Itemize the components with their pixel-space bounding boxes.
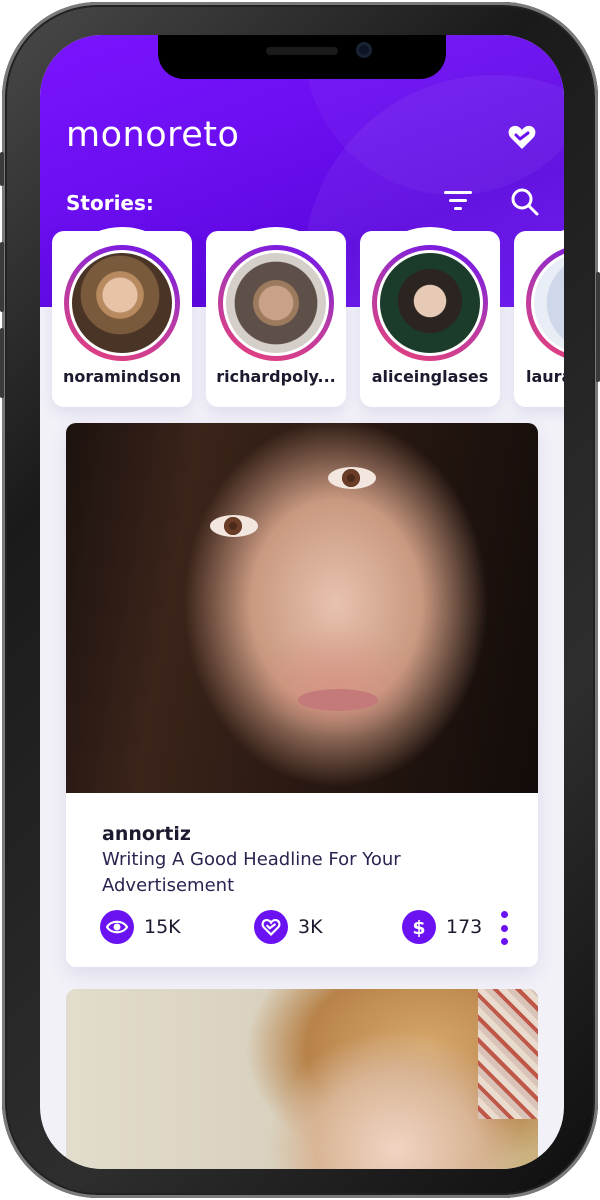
- dot: [500, 911, 508, 918]
- story-username: laura: [526, 367, 564, 386]
- story-username: aliceinglases: [371, 367, 489, 386]
- speaker: [266, 47, 338, 55]
- post-image-detail: [328, 467, 376, 489]
- post-card: annortiz Writing A Good Headline For You…: [66, 423, 538, 967]
- phone-frame: monoreto Stories: noramindson richardpol…: [0, 2, 600, 1198]
- heart-icon[interactable]: [506, 121, 538, 153]
- front-camera: [356, 42, 372, 58]
- screen: monoreto Stories: noramindson richardpol…: [40, 35, 564, 1169]
- post-image-detail: [478, 989, 538, 1119]
- likes-count: 3K: [298, 916, 323, 938]
- avatar: [223, 250, 329, 356]
- story-username: noramindson: [63, 367, 181, 386]
- eye-icon: [100, 910, 134, 944]
- volume-up-button: [0, 242, 4, 312]
- volume-down-button: [0, 328, 4, 398]
- notch: [158, 35, 446, 79]
- stories-label: Stories:: [66, 191, 154, 215]
- filter-icon[interactable]: [442, 187, 474, 215]
- dot: [500, 938, 508, 945]
- mute-switch: [0, 152, 4, 186]
- story-ring: [372, 245, 488, 361]
- post-image-detail: [210, 515, 258, 537]
- story-ring: [64, 245, 180, 361]
- post-image[interactable]: [66, 423, 538, 793]
- dot: [500, 924, 508, 932]
- views-stat: 15K: [100, 909, 181, 945]
- post-author[interactable]: annortiz: [102, 823, 191, 845]
- stories-row: noramindson richardpoly... aliceinglases: [40, 227, 564, 411]
- earnings-count: 173: [446, 916, 483, 938]
- power-button: [596, 272, 600, 382]
- post-card-next[interactable]: [66, 989, 538, 1169]
- more-vertical-icon[interactable]: [498, 911, 510, 945]
- likes-stat[interactable]: 3K: [254, 909, 323, 945]
- post-image-detail: [298, 689, 378, 711]
- story-ring: [218, 245, 334, 361]
- story-card[interactable]: laura: [514, 227, 564, 407]
- heart-icon[interactable]: [254, 910, 288, 944]
- svg-text:$: $: [412, 917, 425, 938]
- story-card[interactable]: richardpoly...: [206, 227, 346, 407]
- app-logo: monoreto: [66, 115, 240, 155]
- views-count: 15K: [144, 916, 181, 938]
- earnings-stat[interactable]: $ 173: [402, 909, 482, 945]
- search-icon[interactable]: [510, 187, 540, 217]
- story-username: richardpoly...: [216, 367, 336, 386]
- dollar-icon[interactable]: $: [402, 910, 436, 944]
- avatar: [377, 250, 483, 356]
- story-card[interactable]: noramindson: [52, 227, 192, 407]
- post-headline[interactable]: Writing A Good Headline For Your Adverti…: [102, 847, 502, 899]
- story-card[interactable]: aliceinglases: [360, 227, 500, 407]
- avatar: [69, 250, 175, 356]
